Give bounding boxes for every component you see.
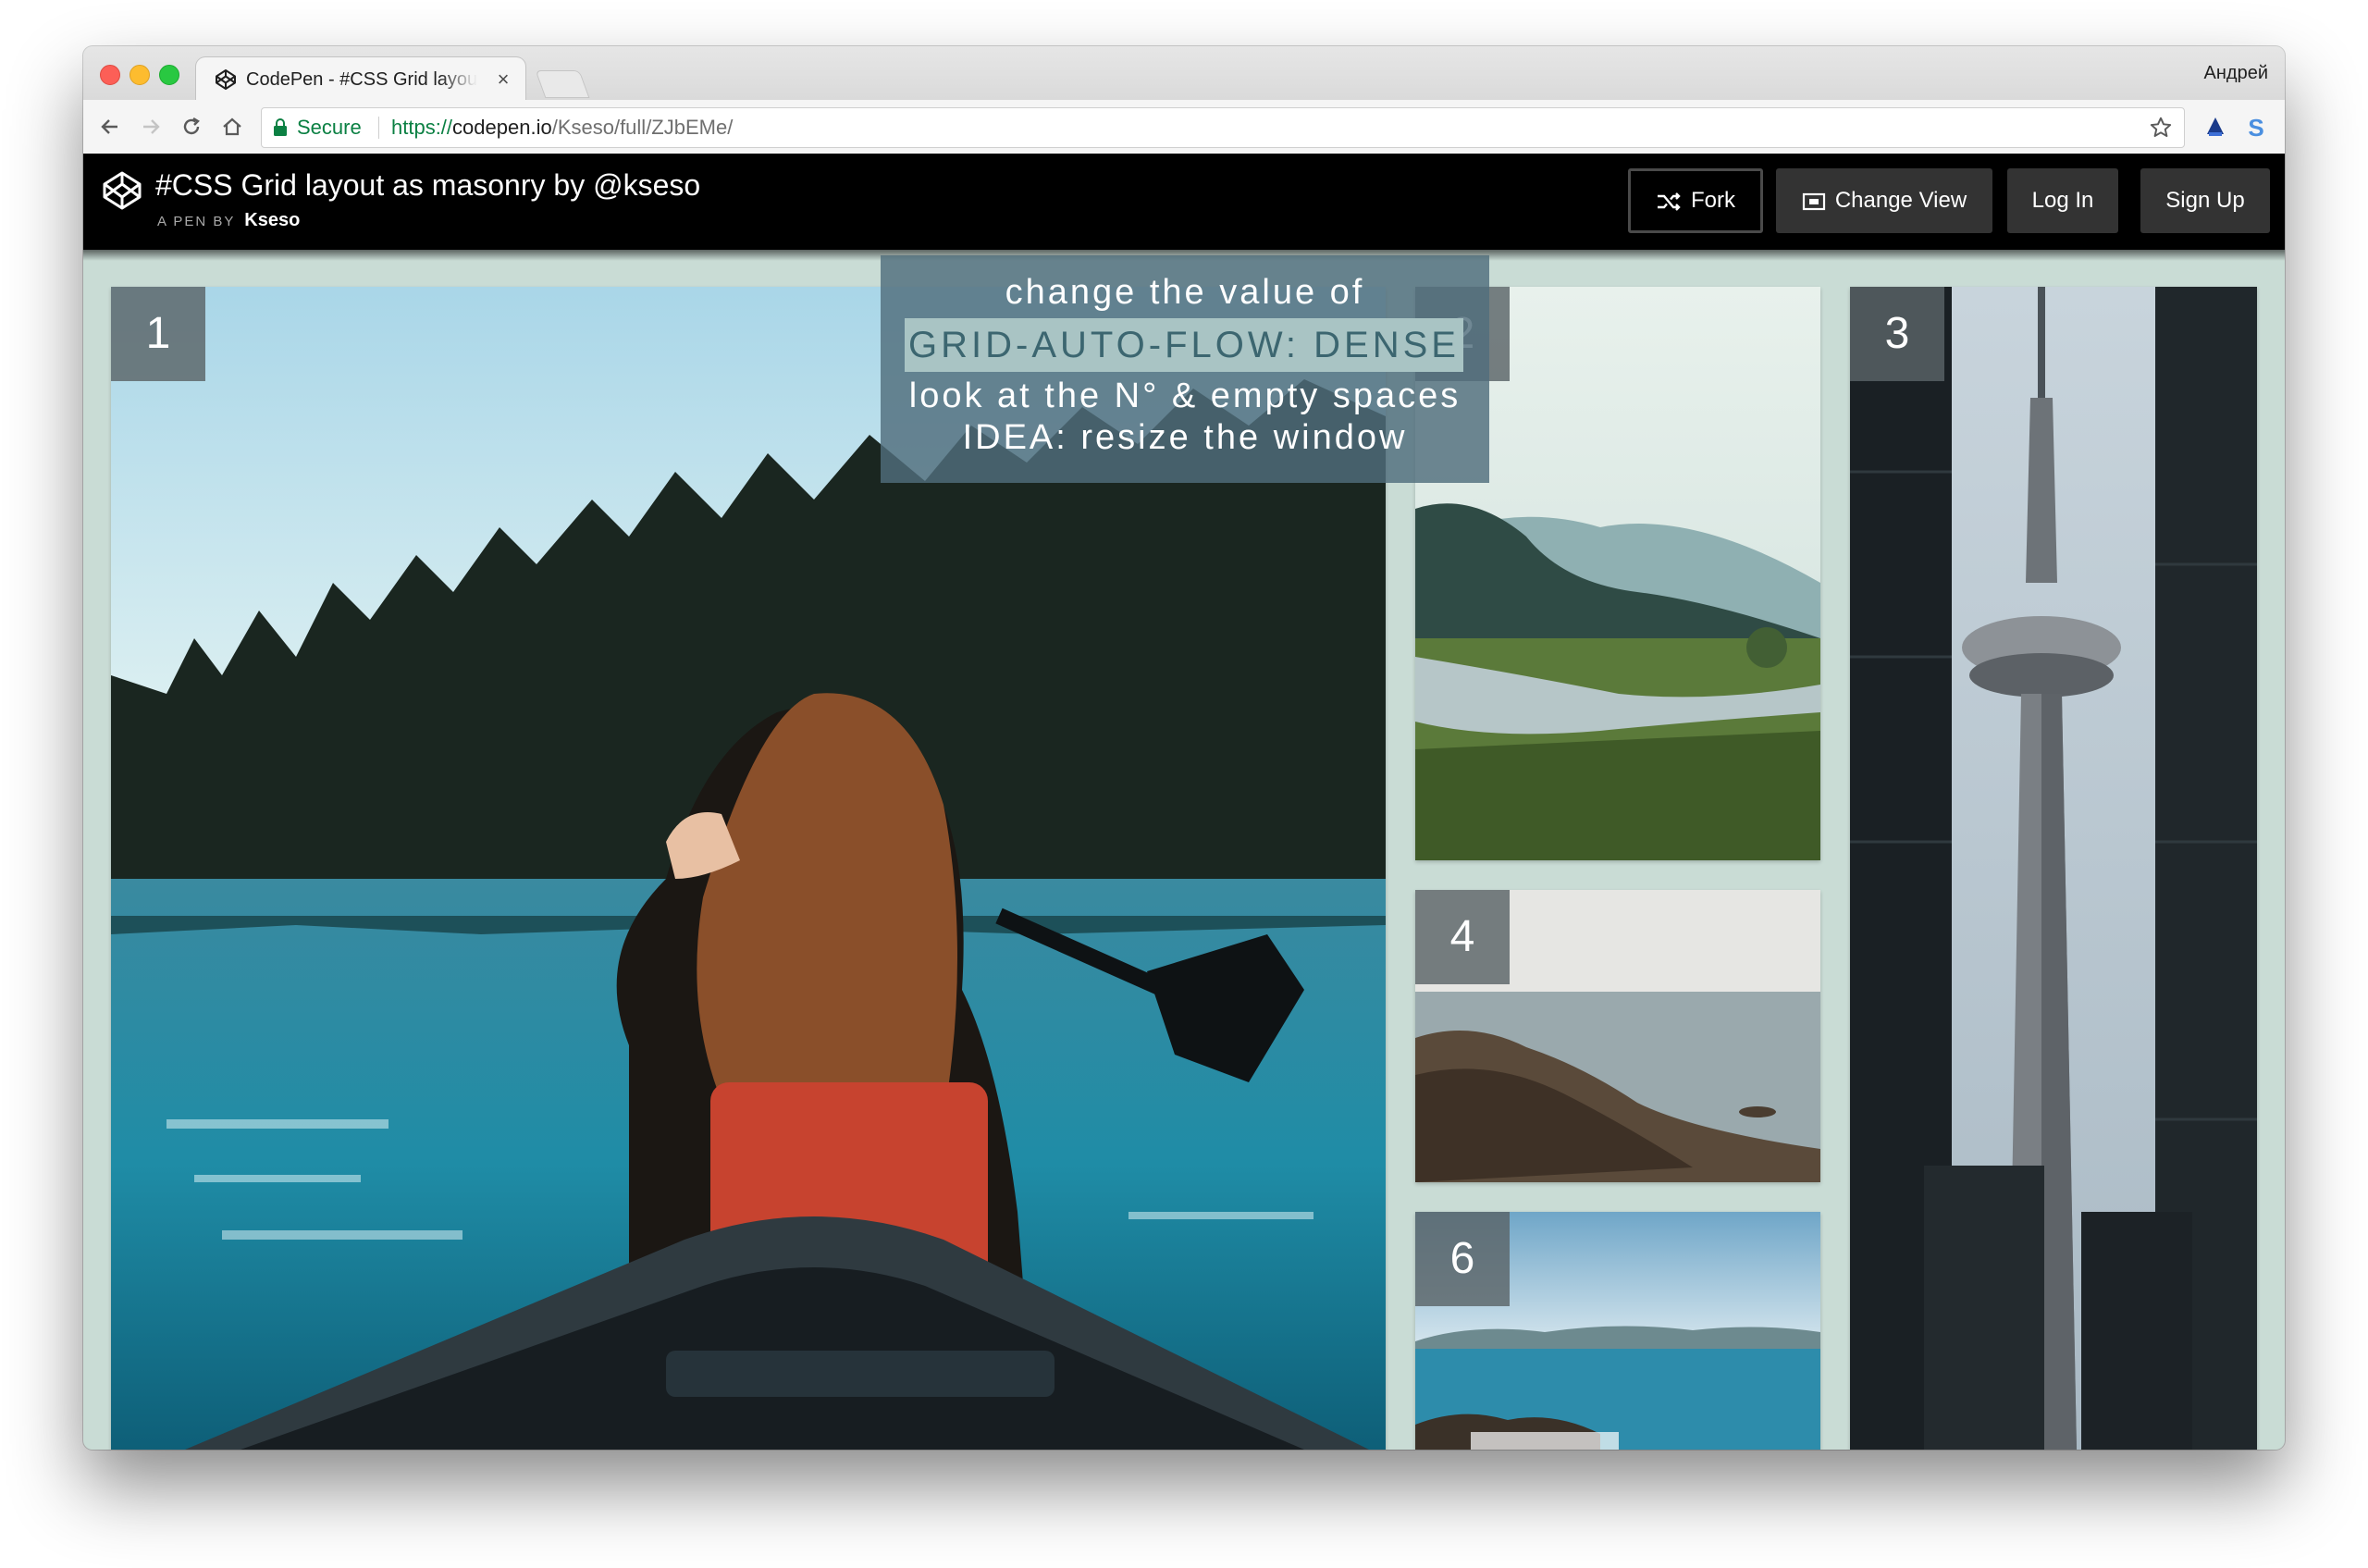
cn-tower-photo: [1850, 287, 2257, 1450]
home-icon[interactable]: [218, 113, 246, 141]
fork-button[interactable]: Fork: [1628, 168, 1763, 233]
overlay-code: grid-auto-flow: dense: [905, 318, 1463, 372]
byline-prefix: A PEN BY: [157, 214, 236, 229]
pen-title: #CSS Grid layout as masonry by @kseso: [155, 168, 701, 202]
instruction-overlay: change the value of grid-auto-flow: dens…: [881, 255, 1489, 483]
menu-icon[interactable]: [2279, 113, 2285, 141]
item-number-badge: 1: [111, 287, 205, 381]
change-view-label: Change View: [1834, 188, 1967, 213]
grid-item-3: 3: [1850, 287, 2257, 1450]
log-in-button[interactable]: Log In: [2007, 168, 2118, 233]
tab-strip: CodePen - #CSS Grid layout as masonry by…: [83, 46, 2285, 100]
browser-window: CodePen - #CSS Grid layout as masonry by…: [83, 46, 2285, 1450]
tab-close-icon[interactable]: ×: [490, 67, 516, 93]
codepen-favicon-icon: [216, 69, 236, 90]
close-window-button[interactable]: [100, 65, 120, 85]
back-icon[interactable]: [96, 113, 124, 141]
fork-icon: [1658, 191, 1681, 211]
address-bar[interactable]: Secure https://codepen.io/Kseso/full/ZJb…: [261, 107, 2185, 148]
codepen-header: #CSS Grid layout as masonry by @kseso A …: [83, 154, 2285, 250]
lock-icon: [274, 118, 287, 136]
sign-up-button[interactable]: Sign Up: [2140, 168, 2270, 233]
url-host: codepen.io: [452, 116, 552, 139]
browser-tab[interactable]: CodePen - #CSS Grid layout as masonry by…: [196, 57, 525, 100]
change-view-icon: [1802, 192, 1825, 210]
maximize-window-button[interactable]: [159, 65, 179, 85]
grid-item-4: 4: [1415, 890, 1820, 1182]
url-scheme: https://: [391, 116, 453, 139]
svg-text:S: S: [2248, 115, 2263, 139]
s-extension-icon[interactable]: S: [2242, 113, 2270, 141]
change-view-button[interactable]: Change View: [1776, 168, 1992, 233]
star-icon[interactable]: [2149, 116, 2173, 140]
overlay-line-3: look at the N° & empty spaces: [908, 377, 1462, 415]
item-number-badge: 6: [1415, 1212, 1510, 1306]
author-link[interactable]: Kseso: [244, 210, 300, 230]
reload-icon[interactable]: [178, 113, 205, 141]
item-number-badge: 3: [1850, 287, 1944, 381]
browser-toolbar: Secure https://codepen.io/Kseso/full/ZJb…: [83, 100, 2285, 154]
url-path: /Kseso/full/ZJbEMe/: [551, 116, 734, 139]
extension-icon[interactable]: [2202, 113, 2229, 141]
item-number-badge: 4: [1415, 890, 1510, 984]
minimize-window-button[interactable]: [130, 65, 150, 85]
address-divider: [378, 117, 379, 139]
overlay-line-4: IDEA: resize the window: [962, 418, 1408, 457]
codepen-logo-icon[interactable]: [102, 170, 142, 211]
secure-label: Secure: [297, 116, 362, 139]
tab-title: CodePen - #CSS Grid layout as masonry by…: [246, 68, 477, 91]
pen-byline: A PEN BY Kseso: [157, 209, 300, 233]
url-text[interactable]: https://codepen.io/Kseso/full/ZJbEMe/: [391, 108, 733, 147]
overlay-line-1: change the value of: [1005, 273, 1365, 312]
forward-icon[interactable]: [137, 113, 165, 141]
new-tab-button[interactable]: [535, 70, 590, 98]
fork-label: Fork: [1691, 188, 1735, 213]
profile-name[interactable]: Андрей: [2204, 61, 2268, 85]
grid-item-6: 6: [1415, 1212, 1820, 1450]
